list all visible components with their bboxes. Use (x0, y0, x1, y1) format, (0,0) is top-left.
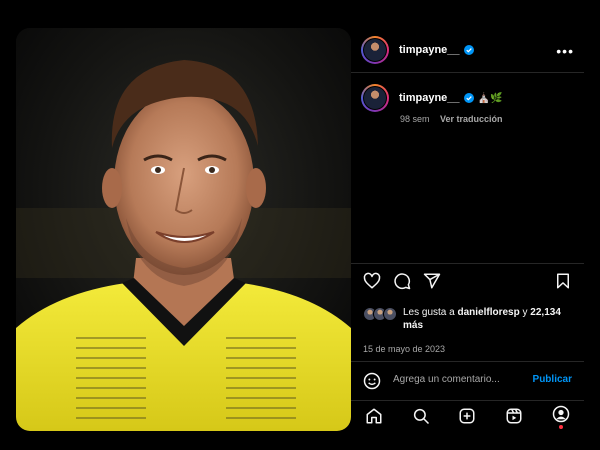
comment-icon[interactable] (393, 272, 411, 290)
liker-avatars[interactable] (363, 307, 397, 321)
create-icon[interactable] (458, 407, 476, 425)
post-header: timpayne__ ••• (351, 28, 584, 73)
likes-connector: y (519, 307, 531, 318)
time-ago: 98 sem (400, 114, 430, 124)
publish-button[interactable]: Publicar (533, 374, 572, 385)
likes-user-link[interactable]: danielfloresp (457, 307, 519, 318)
player-photo-image (16, 28, 351, 431)
heart-icon[interactable] (363, 272, 381, 290)
home-icon[interactable] (365, 407, 383, 425)
author-username[interactable]: timpayne__ (399, 44, 460, 56)
actions-section: Les gusta a danielfloresp y 22,134 más 1… (351, 263, 584, 358)
reels-icon[interactable] (505, 407, 523, 425)
caption-avatar[interactable] (361, 84, 389, 112)
bottom-nav (351, 401, 584, 431)
save-button[interactable] (554, 272, 572, 295)
likes-prefix: Les gusta a (403, 307, 458, 318)
emoji-icon[interactable] (363, 372, 381, 390)
comment-box: Publicar (351, 361, 584, 401)
search-icon[interactable] (412, 407, 430, 425)
post-date: 15 de mayo de 2023 (363, 344, 446, 354)
bookmark-icon[interactable] (554, 272, 572, 290)
liker-avatar (383, 307, 397, 321)
profile-icon[interactable] (552, 405, 570, 423)
post-sidebar: timpayne__ ••• timpayne__ ⛪🌿 98 sem Ver … (351, 28, 584, 431)
share-icon[interactable] (423, 272, 441, 290)
action-buttons (363, 272, 441, 290)
likes-text: Les gusta a danielfloresp y 22,134 más (403, 306, 578, 332)
verified-badge-icon (463, 45, 474, 55)
comment-input[interactable] (391, 373, 535, 386)
translate-link[interactable]: Ver traducción (440, 114, 503, 124)
likes-summary: Les gusta a danielfloresp y 22,134 más (363, 306, 578, 332)
more-options-icon[interactable]: ••• (556, 43, 574, 59)
post-caption: timpayne__ ⛪🌿 (351, 84, 584, 112)
caption-username[interactable]: timpayne__ (399, 92, 460, 104)
notification-dot (558, 424, 563, 429)
author-avatar[interactable] (361, 36, 389, 64)
verified-badge-icon (463, 93, 474, 103)
post-photo[interactable] (16, 28, 351, 431)
caption-emojis: ⛪🌿 (477, 92, 503, 104)
profile-nav[interactable] (552, 405, 570, 429)
caption-meta: 98 sem Ver traducción (400, 114, 511, 124)
